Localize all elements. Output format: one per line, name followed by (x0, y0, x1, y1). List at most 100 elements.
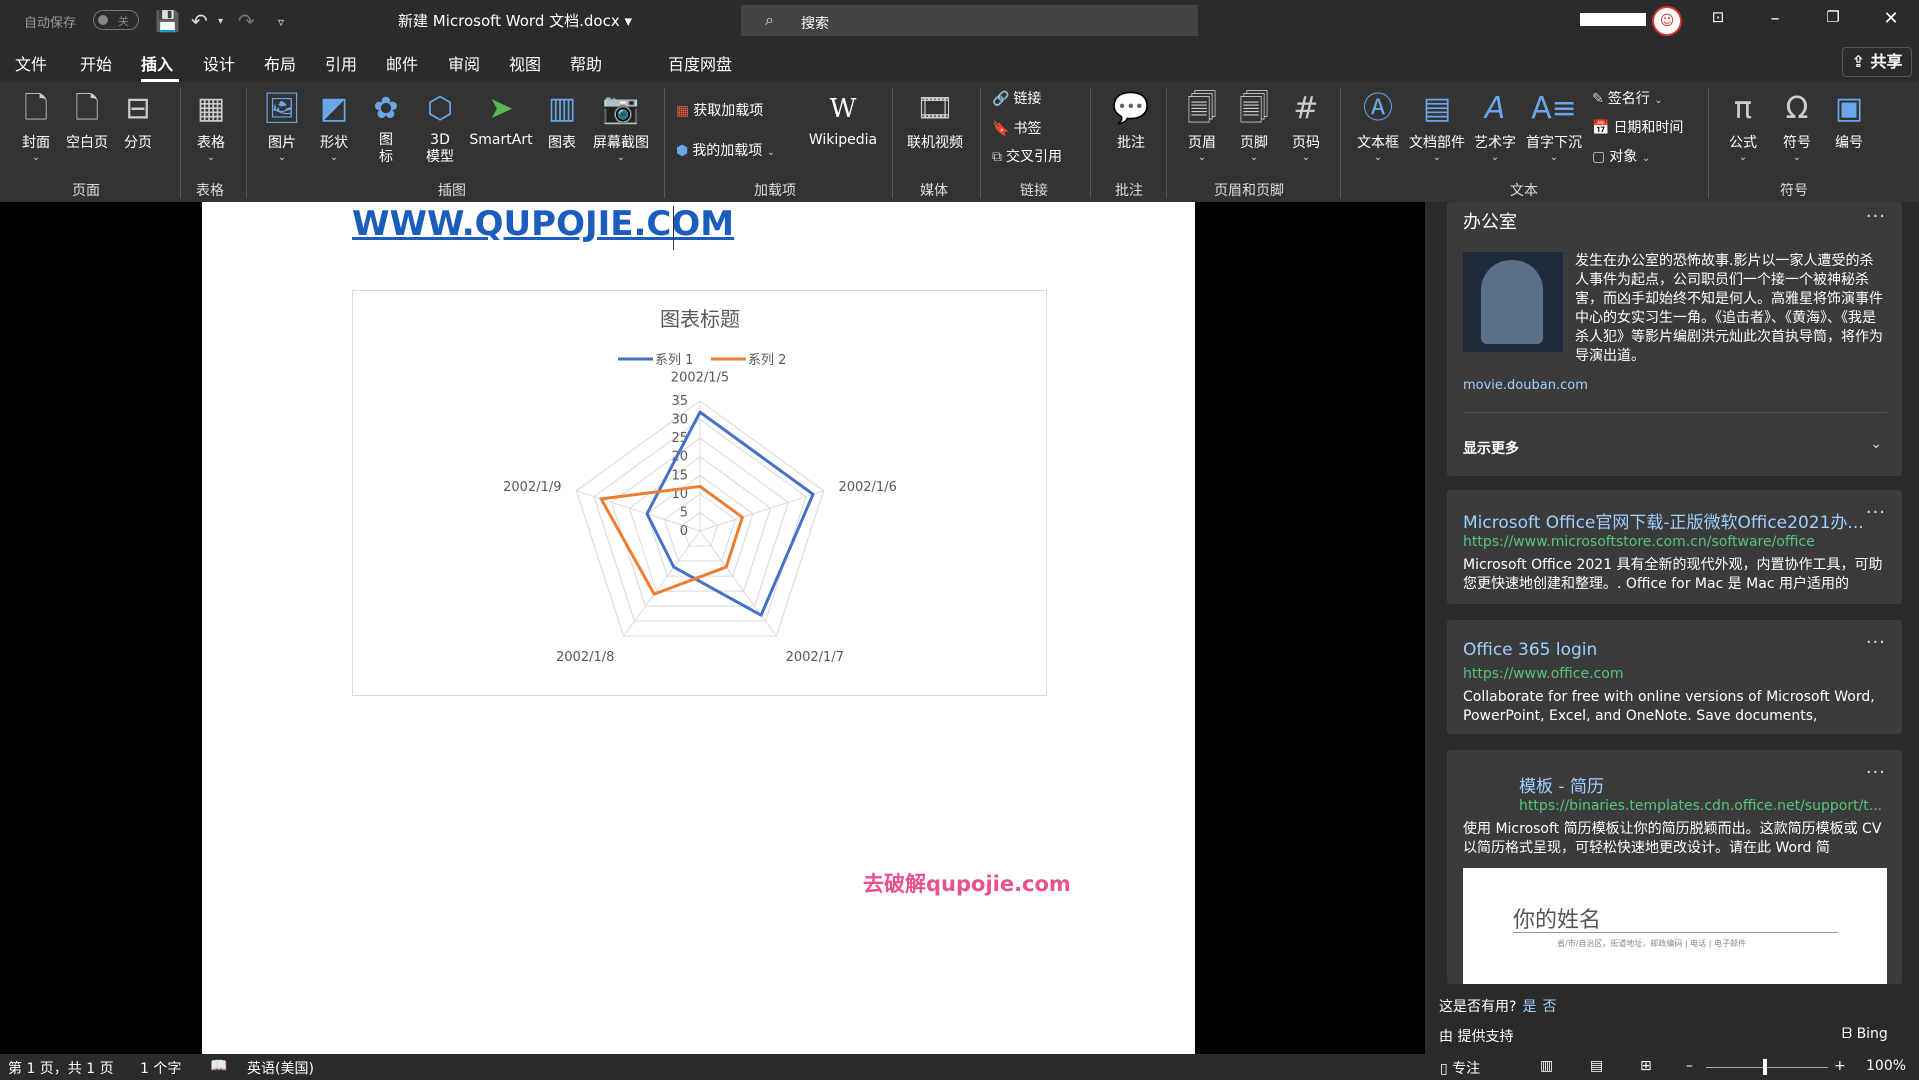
quick-parts-button[interactable]: ▤ 文档部件 ⌄ (1406, 88, 1468, 164)
tab-baidu-netdisk[interactable]: 百度网盘 (668, 51, 732, 75)
save-icon[interactable]: 💾 (155, 9, 180, 33)
online-video-button[interactable]: 🎞 联机视频 (900, 88, 970, 152)
read-mode-icon[interactable]: ▥ (1540, 1058, 1553, 1074)
document-hyperlink[interactable]: WWW.QUPOJIE.COM (352, 204, 734, 244)
web-layout-icon[interactable]: ⊞ (1640, 1058, 1652, 1074)
equation-button[interactable]: π 公式 ⌄ (1722, 88, 1764, 164)
more-options-icon[interactable]: ··· (1866, 206, 1886, 227)
redo-icon[interactable]: ↷ (238, 9, 255, 33)
tab-help[interactable]: 帮助 (570, 51, 602, 75)
minimize-icon[interactable]: – (1760, 8, 1790, 29)
wordart-button[interactable]: 𝘈 艺术字 ⌄ (1470, 88, 1520, 164)
ribbon-display-icon[interactable]: ⊡ (1703, 8, 1733, 26)
card-url[interactable]: https://www.office.com (1463, 666, 1623, 682)
user-name-redacted (1580, 13, 1646, 26)
table-button[interactable]: ▦ 表格 ⌄ (188, 88, 234, 164)
symbol-button[interactable]: Ω 符号 ⌄ (1776, 88, 1818, 164)
wikipedia-button[interactable]: W Wikipedia (800, 88, 886, 148)
card-title[interactable]: 模板 - 简历 (1519, 772, 1604, 797)
chevron-down-icon[interactable]: ⌄ (1870, 436, 1882, 452)
number-button[interactable]: ▣ 编号 (1828, 88, 1870, 152)
footer-button[interactable]: 🗐 页脚 ⌄ (1234, 88, 1274, 164)
autosave-toggle[interactable]: 关 (93, 10, 139, 30)
bookmark-button[interactable]: 🔖 书签 (992, 118, 1041, 138)
card-title[interactable]: Microsoft Office官网下载-正版微软Office2021办... (1463, 508, 1864, 533)
object-button[interactable]: ▢ 对象 ⌄ (1592, 146, 1650, 166)
chart-button[interactable]: ▥ 图表 (540, 88, 584, 152)
picture-button[interactable]: 🖼 图片 ⌄ (260, 88, 304, 164)
drop-cap-button[interactable]: A≡ 首字下沉 ⌄ (1522, 88, 1586, 164)
cover-page-button[interactable]: 🗋 封面 ⌄ (14, 88, 58, 164)
tab-layout[interactable]: 布局 (264, 51, 296, 75)
word-count[interactable]: 1 个字 (140, 1058, 181, 1078)
undo-dropdown-icon[interactable]: ▾ (218, 16, 223, 27)
zoom-out-icon[interactable]: – (1686, 1058, 1693, 1074)
movie-poster (1463, 252, 1563, 352)
card-url[interactable]: https://www.microsoftstore.com.cn/softwa… (1463, 534, 1815, 550)
cross-reference-button[interactable]: ⧉ 交叉引用 (992, 146, 1062, 166)
get-addins-button[interactable]: ▦ 获取加载项 (676, 100, 763, 120)
page-break-button[interactable]: ⊟ 分页 (116, 88, 160, 152)
blank-page-button[interactable]: 🗋 空白页 (62, 88, 112, 152)
tab-home[interactable]: 开始 (80, 51, 112, 75)
header-button[interactable]: 🗐 页眉 ⌄ (1182, 88, 1222, 164)
result-card-office-movie[interactable]: 办公室 ··· 发生在办公室的恐怖故事.影片以一家人遭受的杀人事件为起点，公司职… (1447, 202, 1902, 476)
bar-chart-icon: ▥ (547, 91, 577, 126)
ribbon: 🗋 封面 ⌄ 🗋 空白页 ⊟ 分页 页面 ▦ 表格 ⌄ 表格 🖼 图片 ⌄ ◩ 形状 ⌄ ✿ 图标 ⬡… (0, 82, 1919, 202)
page-count[interactable]: 第 1 页，共 1 页 (8, 1058, 114, 1078)
tab-view[interactable]: 视图 (509, 51, 541, 75)
share-button[interactable]: ⇪ 共享 (1842, 47, 1912, 77)
my-addins-button[interactable]: ⬢ 我的加载项 ⌄ (676, 140, 775, 160)
result-card-resume-template[interactable]: 模板 - 简历 ··· https://binaries.templates.c… (1447, 750, 1902, 984)
language-indicator[interactable]: 英语(美国) (247, 1058, 314, 1078)
tab-references[interactable]: 引用 (325, 51, 357, 75)
drop-cap-icon: A≡ (1531, 91, 1577, 126)
feedback-yes[interactable]: 是 (1522, 999, 1536, 1015)
more-options-icon[interactable]: ··· (1866, 632, 1886, 653)
tab-design[interactable]: 设计 (203, 51, 235, 75)
3d-model-button[interactable]: ⬡ 3D模型 (415, 88, 465, 166)
smartart-button[interactable]: ➤ SmartArt (466, 88, 536, 148)
blank-page-icon: 🗋 (74, 91, 100, 126)
shapes-button[interactable]: ◩ 形状 ⌄ (312, 88, 356, 164)
document-title[interactable]: 新建 Microsoft Word 文档.docx ▾ (398, 10, 632, 31)
avatar[interactable]: ☺ (1652, 6, 1682, 36)
radar-series (599, 410, 815, 617)
tab-mailings[interactable]: 邮件 (386, 51, 418, 75)
zoom-level[interactable]: 100% (1866, 1058, 1906, 1074)
undo-icon[interactable]: ↶ (191, 9, 208, 33)
card-source[interactable]: movie.douban.com (1463, 378, 1588, 393)
restore-icon[interactable]: ❐ (1818, 8, 1848, 26)
date-time-button[interactable]: 📅 日期和时间 (1592, 117, 1683, 137)
tab-insert[interactable]: 插入 (141, 51, 173, 75)
link-button[interactable]: 🔗 链接 (992, 88, 1041, 108)
close-icon[interactable]: ✕ (1876, 8, 1906, 29)
card-url[interactable]: https://binaries.templates.cdn.office.ne… (1519, 798, 1882, 814)
zoom-in-icon[interactable]: + (1834, 1058, 1846, 1074)
tab-review[interactable]: 审阅 (448, 51, 480, 75)
more-options-icon[interactable]: ··· (1866, 502, 1886, 523)
customize-qat-icon[interactable]: ▿ (278, 15, 284, 29)
textbox-button[interactable]: Ⓐ 文本框 ⌄ (1354, 88, 1402, 164)
link-icon: 🔗 (992, 91, 1010, 107)
radar-chart[interactable]: 图表标题 系列 1 系列 2 0 5 10 15 20 25 30 35 2002/1/5 20… (352, 290, 1047, 696)
icons-button[interactable]: ✿ 图标 (364, 88, 408, 166)
comment-button[interactable]: 💬 批注 (1108, 88, 1154, 152)
result-card-office-365[interactable]: Office 365 login ··· https://www.office.… (1447, 620, 1902, 734)
result-card-microsoft-store[interactable]: Microsoft Office官网下载-正版微软Office2021办... … (1447, 490, 1902, 604)
zoom-slider-thumb[interactable] (1763, 1059, 1767, 1075)
card-title[interactable]: Office 365 login (1463, 640, 1597, 660)
page-number-button[interactable]: # 页码 ⌄ (1286, 88, 1326, 164)
proofing-icon[interactable]: 📖 (210, 1058, 227, 1074)
bing-logo[interactable]: ᗷ Bing (1842, 1026, 1888, 1042)
focus-mode-button[interactable]: ▯ 专注 (1440, 1058, 1480, 1078)
search-box[interactable]: ⌕ 搜索 (741, 5, 1198, 36)
print-layout-icon[interactable]: ▤ (1590, 1058, 1603, 1074)
zoom-slider[interactable] (1706, 1067, 1828, 1068)
show-more-button[interactable]: 显示更多 (1463, 438, 1519, 458)
screenshot-button[interactable]: 📷 屏幕截图 ⌄ (588, 88, 654, 164)
tab-file[interactable]: 文件 (15, 51, 47, 75)
signature-line-button[interactable]: ✎ 签名行 ⌄ (1592, 88, 1663, 108)
feedback-no[interactable]: 否 (1542, 999, 1556, 1015)
more-options-icon[interactable]: ··· (1866, 762, 1886, 783)
